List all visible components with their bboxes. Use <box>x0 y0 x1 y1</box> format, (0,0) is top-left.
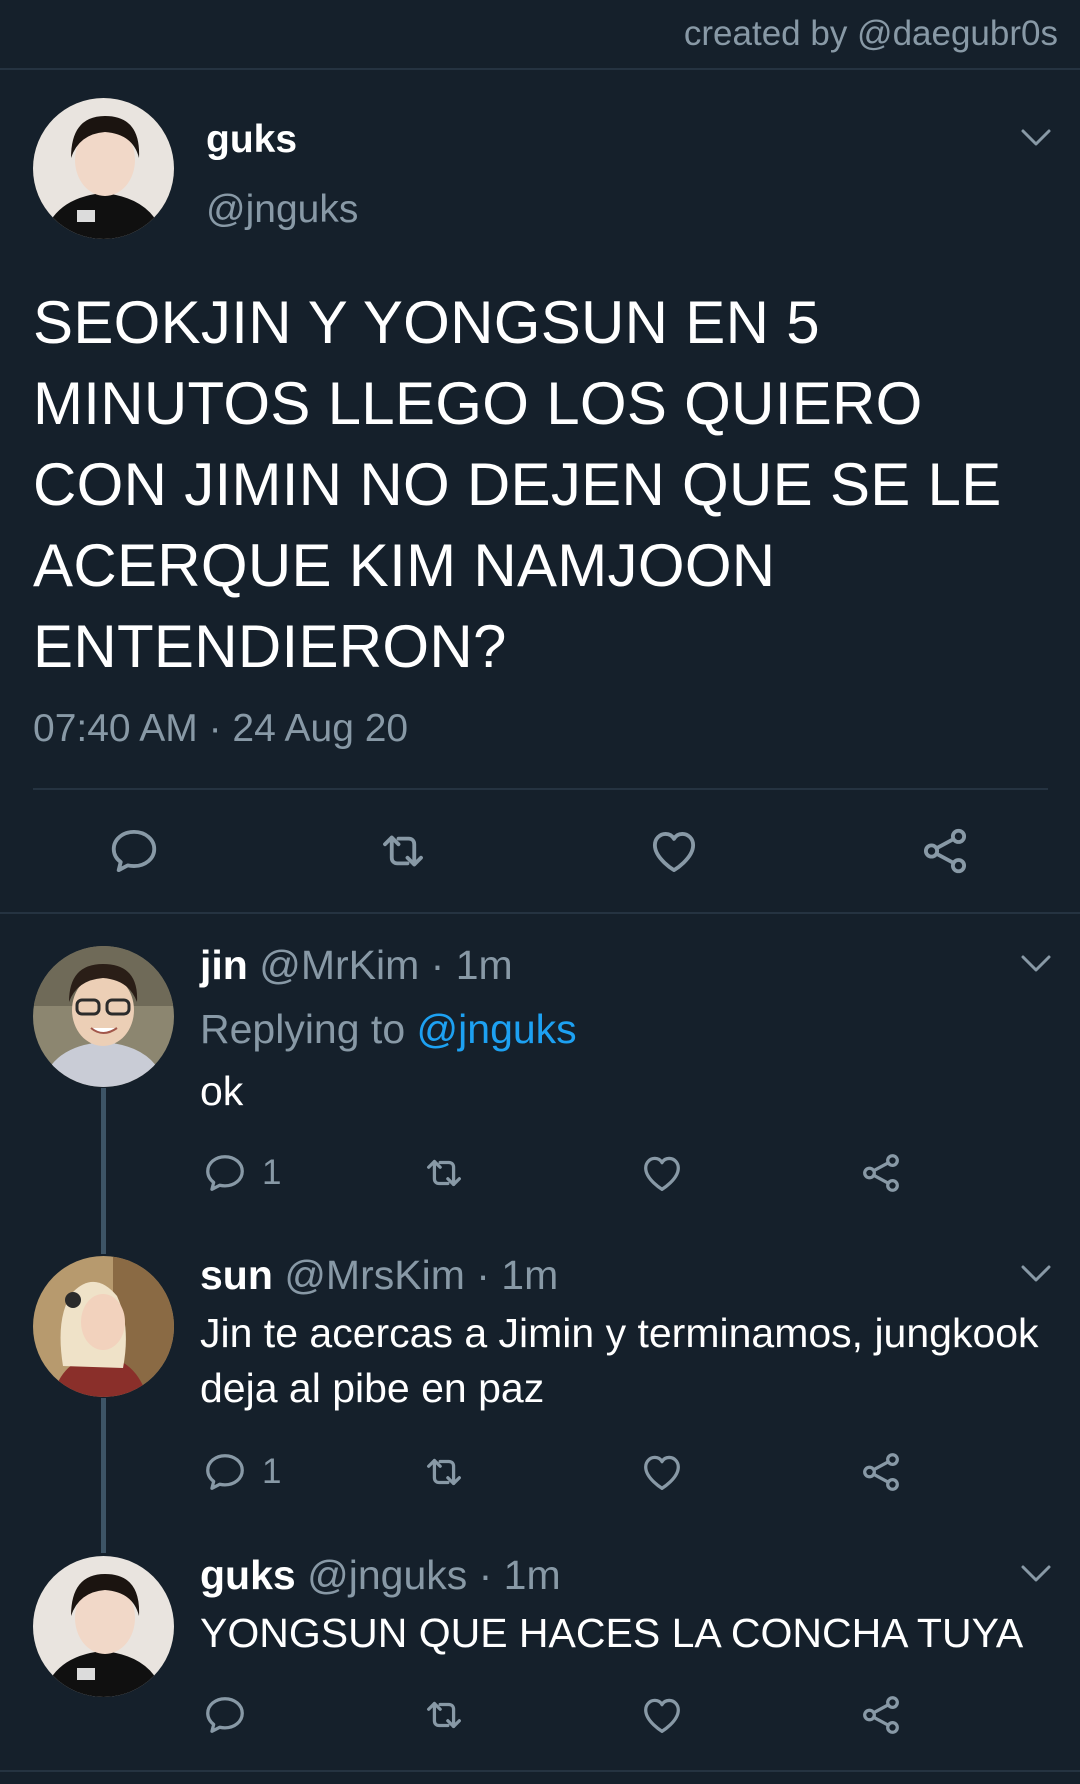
chevron-down-icon[interactable] <box>1020 954 1052 974</box>
author-name[interactable]: jin <box>200 942 248 988</box>
avatar[interactable] <box>33 1256 174 1397</box>
tweet-text: SEOKJIN Y YONGSUN EN 5 MINUTOS LLEGO LOS… <box>33 289 1002 680</box>
share-icon <box>918 824 972 878</box>
author-handle[interactable]: @jnguks <box>206 188 358 232</box>
reply-icon <box>202 1150 248 1196</box>
retweet-icon <box>421 1692 467 1738</box>
reply-button[interactable]: 1 <box>202 1150 281 1196</box>
share-icon <box>858 1150 904 1196</box>
thread-connector <box>101 1088 106 1254</box>
like-button[interactable] <box>639 1692 685 1738</box>
author-name[interactable]: sun <box>200 1252 273 1298</box>
author-meta: @MrsKim · 1m <box>284 1252 559 1298</box>
like-icon <box>647 824 701 878</box>
retweet-button[interactable] <box>421 1150 467 1196</box>
reply-count: 1 <box>262 1452 282 1491</box>
chevron-down-icon[interactable] <box>1020 1564 1052 1584</box>
share-button[interactable] <box>858 1150 904 1196</box>
share-icon <box>858 1449 904 1495</box>
replying-to-handle[interactable]: @jnguks <box>417 1006 577 1052</box>
chevron-down-icon[interactable] <box>1020 128 1052 148</box>
like-button[interactable] <box>639 1449 685 1495</box>
author-meta: @MrKim · 1m <box>259 942 513 988</box>
retweet-icon <box>376 824 430 878</box>
chevron-down-icon[interactable] <box>1020 1264 1052 1284</box>
reply-button[interactable] <box>107 824 161 878</box>
reply-header: jin @MrKim · 1m <box>200 942 513 989</box>
like-icon <box>639 1449 685 1495</box>
reply-count: 1 <box>262 1153 282 1192</box>
author-meta: @jnguks · 1m <box>307 1552 561 1598</box>
reply-button[interactable] <box>202 1692 248 1738</box>
author-name[interactable]: guks <box>206 118 297 162</box>
share-button[interactable] <box>858 1692 904 1738</box>
author-name[interactable]: guks <box>200 1552 296 1598</box>
reply-header: sun @MrsKim · 1m <box>200 1252 558 1299</box>
like-button[interactable] <box>647 824 701 878</box>
section-divider <box>0 912 1080 914</box>
reply-button[interactable]: 1 <box>202 1449 281 1495</box>
tweet-divider <box>33 788 1048 790</box>
retweet-icon <box>421 1449 467 1495</box>
avatar[interactable] <box>33 1556 174 1697</box>
avatar[interactable] <box>33 946 174 1087</box>
creator-credit: created by @daegubr0s <box>683 14 1058 53</box>
share-button[interactable] <box>918 824 972 878</box>
top-divider <box>0 68 1080 70</box>
reply-text: Jin te acercas a Jimin y terminamos, jun… <box>200 1310 1039 1411</box>
like-button[interactable] <box>639 1150 685 1196</box>
replying-to: Replying to @jnguks <box>200 1006 577 1053</box>
retweet-button[interactable] <box>376 824 430 878</box>
like-icon <box>639 1150 685 1196</box>
reply-text: YONGSUN QUE HACES LA CONCHA TUYA <box>200 1610 1024 1656</box>
reply-icon <box>107 824 161 878</box>
thread-connector <box>101 1398 106 1553</box>
avatar[interactable] <box>33 98 174 239</box>
reply-icon <box>202 1449 248 1495</box>
replying-to-label: Replying to <box>200 1006 406 1052</box>
reply-text: ok <box>200 1068 244 1114</box>
tweet-timestamp: 07:40 AM · 24 Aug 20 <box>33 707 409 750</box>
reply-header: guks @jnguks · 1m <box>200 1552 561 1599</box>
retweet-icon <box>421 1150 467 1196</box>
retweet-button[interactable] <box>421 1692 467 1738</box>
retweet-button[interactable] <box>421 1449 467 1495</box>
bottom-divider <box>0 1770 1080 1772</box>
like-icon <box>639 1692 685 1738</box>
share-icon <box>858 1692 904 1738</box>
reply-icon <box>202 1692 248 1738</box>
share-button[interactable] <box>858 1449 904 1495</box>
